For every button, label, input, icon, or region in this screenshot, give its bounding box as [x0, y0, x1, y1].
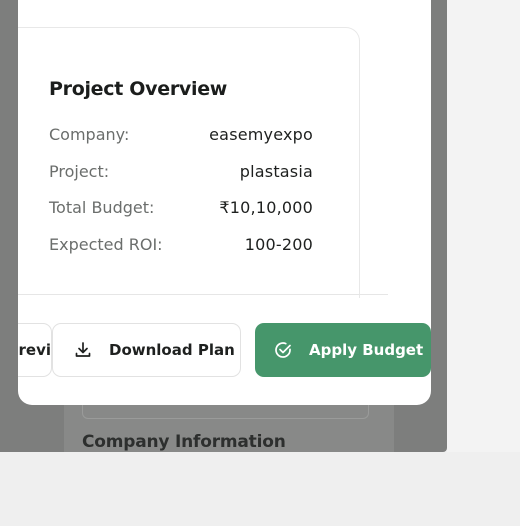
download-plan-label: Download Plan — [109, 341, 235, 359]
overview-value: plastasia — [239, 161, 313, 181]
page-background-right — [447, 0, 520, 462]
overview-label: Company: — [49, 124, 130, 144]
budget-plan-modal: Project Overview Company: easemyexpo Pro… — [18, 0, 431, 405]
apply-budget-label: Apply Budget — [309, 341, 424, 359]
project-overview-title: Project Overview — [49, 78, 228, 100]
overview-label: Expected ROI: — [49, 234, 163, 254]
overview-value: ₹10,10,000 — [219, 197, 313, 217]
overview-row-total-budget: Total Budget: ₹10,10,000 — [49, 196, 313, 218]
page-background-bottom — [0, 452, 520, 526]
apply-budget-button[interactable]: Apply Budget — [255, 323, 431, 377]
download-icon — [73, 340, 93, 360]
overview-row-company: Company: easemyexpo — [49, 123, 313, 145]
check-circle-icon — [273, 340, 293, 360]
company-information-heading: Company Information — [82, 432, 286, 452]
overview-label: Project: — [49, 161, 110, 181]
previous-button[interactable]: Previ — [18, 323, 52, 377]
overview-value: 100-200 — [244, 234, 313, 254]
overview-row-expected-roi: Expected ROI: 100-200 — [49, 233, 313, 255]
overview-label: Total Budget: — [49, 197, 155, 217]
download-plan-button[interactable]: Download Plan — [52, 323, 241, 377]
footer-divider — [18, 294, 388, 295]
overview-row-project: Project: plastasia — [49, 160, 313, 182]
previous-button-label: Previ — [18, 341, 51, 359]
overview-value: easemyexpo — [209, 124, 313, 144]
